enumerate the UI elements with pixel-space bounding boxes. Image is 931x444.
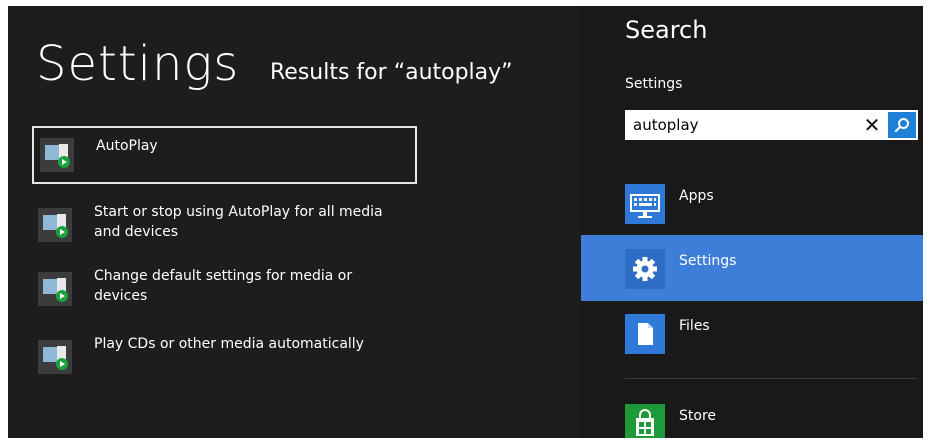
gear-icon bbox=[625, 249, 665, 289]
autoplay-icon bbox=[38, 272, 72, 306]
search-target-store[interactable]: Store bbox=[581, 390, 923, 438]
result-item-label: Change default settings for media or dev… bbox=[94, 268, 353, 304]
search-box: ✕ bbox=[625, 110, 918, 140]
search-pane: Search Settings ✕ bbox=[581, 6, 923, 438]
results-pane: Settings Results for “autoplay” AutoPlay… bbox=[8, 6, 581, 438]
search-icon bbox=[894, 118, 909, 133]
search-input[interactable] bbox=[625, 110, 853, 140]
file-icon bbox=[625, 314, 665, 354]
search-target-label: Settings bbox=[679, 253, 737, 269]
search-target-label: Files bbox=[679, 318, 710, 334]
autoplay-icon bbox=[40, 138, 74, 172]
result-item-label: Play CDs or other media automatically bbox=[94, 336, 364, 352]
windows-search-screen: Settings Results for “autoplay” AutoPlay… bbox=[8, 6, 923, 438]
result-item-start-stop-autoplay[interactable]: Start or stop using AutoPlay for all med… bbox=[32, 198, 417, 256]
results-prefix: Results for bbox=[270, 60, 394, 85]
page-title: Settings bbox=[36, 36, 240, 92]
search-button[interactable] bbox=[888, 112, 916, 138]
result-item-label: AutoPlay bbox=[96, 138, 158, 154]
search-target-label: Store bbox=[679, 408, 717, 424]
result-item-autoplay[interactable]: AutoPlay bbox=[32, 126, 417, 184]
result-item-change-defaults[interactable]: Change default settings for media or dev… bbox=[32, 262, 417, 320]
divider bbox=[625, 378, 917, 379]
search-target-settings[interactable]: Settings bbox=[581, 235, 923, 301]
result-item-play-cds[interactable]: Play CDs or other media automatically bbox=[32, 330, 417, 388]
search-target-apps[interactable]: Apps bbox=[581, 170, 923, 236]
autoplay-icon bbox=[38, 340, 72, 374]
autoplay-icon bbox=[38, 208, 72, 242]
result-item-label: Start or stop using AutoPlay for all med… bbox=[94, 204, 383, 240]
apps-keyboard-icon bbox=[625, 184, 665, 224]
results-query: “autoplay” bbox=[393, 60, 513, 85]
search-target-label: Apps bbox=[679, 188, 714, 204]
search-scope-label: Settings bbox=[625, 76, 683, 92]
store-icon bbox=[625, 404, 665, 438]
search-target-files[interactable]: Files bbox=[581, 300, 923, 366]
results-heading: Results for “autoplay” bbox=[270, 60, 513, 85]
clear-icon[interactable]: ✕ bbox=[857, 110, 887, 140]
search-title: Search bbox=[625, 16, 708, 44]
